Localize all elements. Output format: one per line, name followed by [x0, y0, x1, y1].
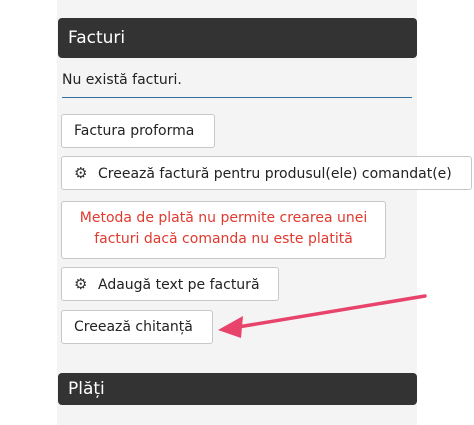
payments-panel-header: Plăți	[58, 373, 417, 405]
add-invoice-text-button[interactable]: ⚙ Adaugă text pe factură	[61, 267, 279, 301]
create-invoice-label: Creează factură pentru produsul(ele) com…	[98, 166, 452, 182]
order-page: Facturi Nu există facturi. Factura profo…	[0, 0, 474, 425]
warning-line-2: facturi dacă comanda nu este platită	[94, 231, 353, 247]
create-invoice-button[interactable]: ⚙ Creează factură pentru produsul(ele) co…	[61, 156, 472, 190]
no-invoices-text: Nu există facturi.	[62, 66, 412, 98]
proforma-invoice-label: Factura proforma	[74, 123, 195, 139]
proforma-invoice-button[interactable]: Factura proforma	[61, 114, 215, 148]
create-receipt-label: Creează chitanță	[74, 319, 193, 335]
warning-line-1: Metoda de plată nu permite crearea unei	[79, 210, 368, 226]
gear-icon: ⚙	[74, 275, 88, 293]
add-invoice-text-label: Adaugă text pe factură	[98, 277, 260, 293]
gear-icon: ⚙	[74, 164, 88, 182]
invoices-panel-header: Facturi	[58, 18, 417, 58]
create-receipt-button[interactable]: Creează chitanță	[61, 310, 213, 344]
payment-method-warning: Metoda de plată nu permite crearea unei …	[61, 201, 386, 259]
